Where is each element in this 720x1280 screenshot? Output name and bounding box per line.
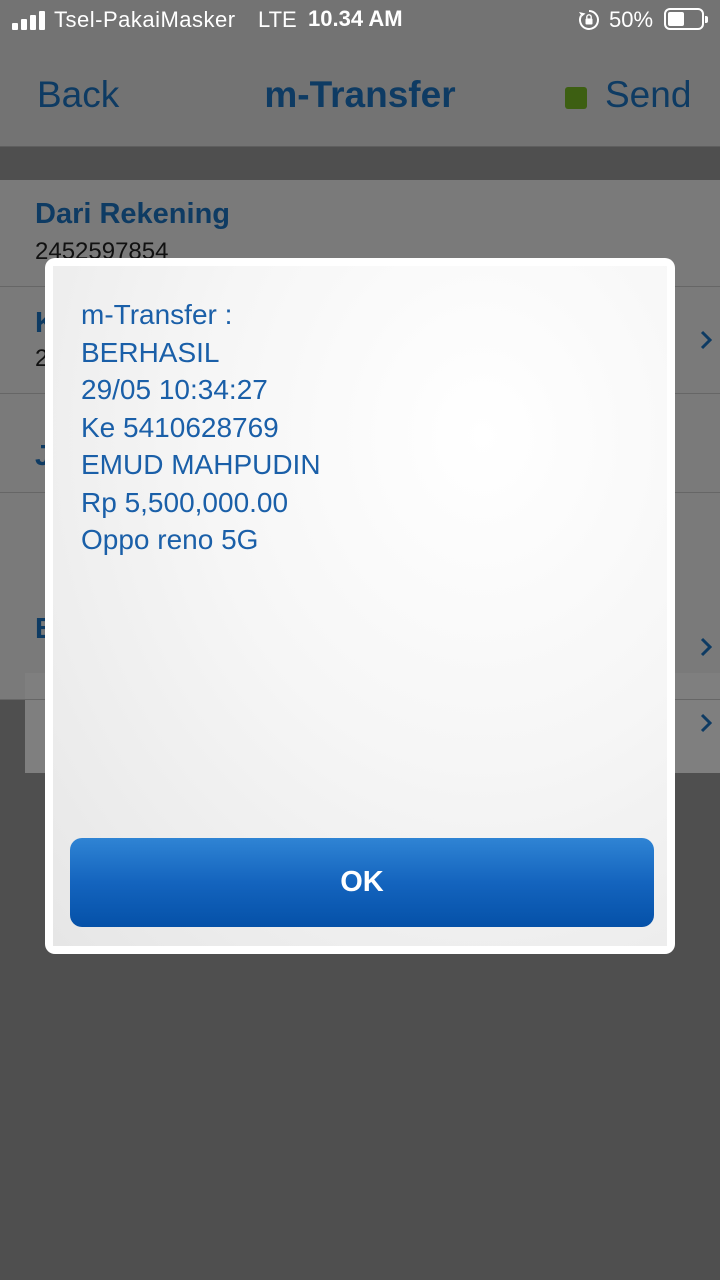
status-time: 10.34 AM — [308, 6, 403, 31]
dialog-body: m-Transfer : BERHASIL 29/05 10:34:27 Ke … — [53, 266, 667, 946]
carrier-name: Tsel-PakaiMasker — [54, 7, 236, 32]
app-screen: Tsel-PakaiMasker LTE 10.34 AM 50% m-Tran… — [0, 0, 720, 1280]
message-line: EMUD MAHPUDIN — [81, 449, 321, 480]
network-type: LTE — [258, 7, 297, 32]
chevron-right-icon — [700, 330, 712, 350]
chevron-right-icon — [700, 637, 712, 657]
status-bar: Tsel-PakaiMasker LTE 10.34 AM 50% — [0, 0, 720, 40]
message-line: BERHASIL — [81, 336, 220, 368]
header-separator — [0, 147, 720, 180]
send-button[interactable]: Send — [605, 74, 691, 116]
back-button[interactable]: Back — [37, 74, 119, 116]
message-line: 29/05 10:34:27 — [81, 374, 268, 405]
message-line: Oppo reno 5G — [81, 524, 259, 555]
chevron-right-icon — [700, 713, 712, 733]
battery-icon — [664, 8, 708, 30]
result-dialog: m-Transfer : BERHASIL 29/05 10:34:27 Ke … — [45, 258, 675, 954]
message-line: m-Transfer : — [81, 299, 233, 330]
signal-icon — [12, 10, 46, 30]
battery-percent: 50% — [609, 7, 654, 32]
ok-button[interactable]: OK — [70, 838, 654, 927]
send-status-icon — [565, 87, 587, 109]
navigation-bar: m-Transfer Back Send — [0, 40, 720, 147]
rotation-lock-icon — [579, 10, 599, 30]
message-line: Rp 5,500,000.00 — [81, 486, 289, 518]
dialog-message: m-Transfer : BERHASIL 29/05 10:34:27 Ke … — [81, 296, 321, 559]
message-line: Ke 5410628769 — [81, 411, 279, 443]
row-label: Dari Rekening — [35, 198, 230, 230]
